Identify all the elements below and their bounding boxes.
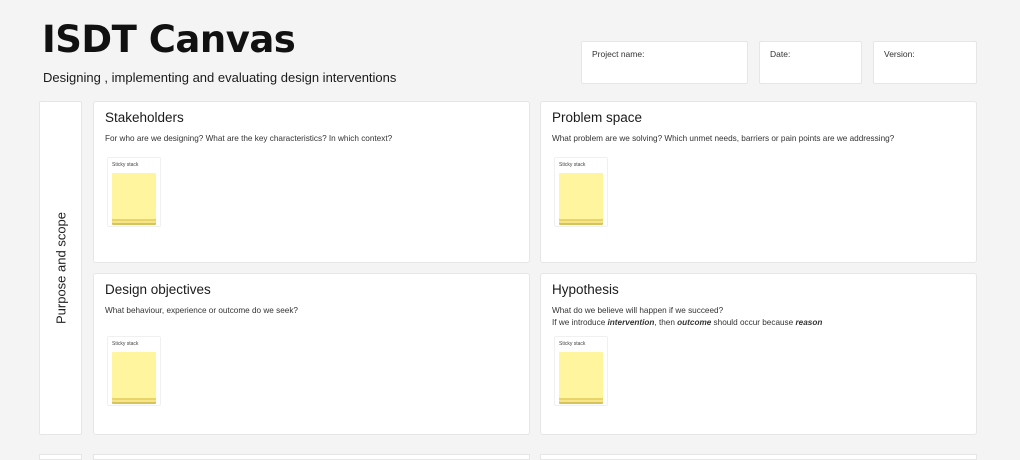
date-label: Date: bbox=[770, 49, 791, 59]
sticky-note-icon[interactable] bbox=[112, 173, 156, 219]
sticky-note-icon[interactable] bbox=[559, 352, 603, 398]
problem-space-card[interactable]: Problem space What problem are we solvin… bbox=[540, 101, 977, 263]
sticky-stack[interactable]: Sticky stack bbox=[107, 336, 161, 406]
project-name-field[interactable]: Project name: bbox=[581, 41, 748, 84]
sticky-stack-label: Sticky stack bbox=[559, 341, 586, 347]
hypothesis-card[interactable]: Hypothesis What do we believe will happe… bbox=[540, 273, 977, 435]
card-description: What problem are we solving? Which unmet… bbox=[552, 134, 895, 143]
version-field[interactable]: Version: bbox=[873, 41, 977, 84]
version-label: Version: bbox=[884, 49, 915, 59]
sticky-stack-label: Sticky stack bbox=[112, 341, 139, 347]
card-description: What do we believe will happen if we suc… bbox=[552, 305, 822, 329]
card-description: What behaviour, experience or outcome do… bbox=[105, 306, 298, 315]
card-description: For who are we designing? What are the k… bbox=[105, 134, 393, 143]
next-section-label bbox=[39, 454, 82, 460]
sticky-stack-label: Sticky stack bbox=[112, 162, 139, 168]
card-title: Stakeholders bbox=[105, 110, 184, 125]
next-card-right bbox=[540, 454, 977, 460]
hypothesis-template: If we introduce intervention, then outco… bbox=[552, 318, 823, 327]
sticky-note-icon[interactable] bbox=[112, 352, 156, 398]
sticky-stack[interactable]: Sticky stack bbox=[554, 336, 608, 406]
sticky-stack[interactable]: Sticky stack bbox=[107, 157, 161, 227]
section-label-text: Purpose and scope bbox=[53, 211, 68, 325]
page-title: ISDT Canvas bbox=[42, 18, 296, 61]
sticky-stack[interactable]: Sticky stack bbox=[554, 157, 608, 227]
sticky-stack-label: Sticky stack bbox=[559, 162, 586, 168]
stakeholders-card[interactable]: Stakeholders For who are we designing? W… bbox=[93, 101, 530, 263]
page-subtitle: Designing , implementing and evaluating … bbox=[43, 70, 397, 85]
sticky-note-icon[interactable] bbox=[559, 173, 603, 219]
date-field[interactable]: Date: bbox=[759, 41, 862, 84]
card-title: Design objectives bbox=[105, 282, 211, 297]
section-label-purpose-and-scope: Purpose and scope bbox=[39, 101, 82, 435]
project-name-label: Project name: bbox=[592, 49, 645, 59]
card-title: Problem space bbox=[552, 110, 643, 125]
hypothesis-question: What do we believe will happen if we suc… bbox=[552, 306, 724, 315]
design-objectives-card[interactable]: Design objectives What behaviour, experi… bbox=[93, 273, 530, 435]
next-card-left bbox=[93, 454, 530, 460]
card-title: Hypothesis bbox=[552, 282, 619, 297]
